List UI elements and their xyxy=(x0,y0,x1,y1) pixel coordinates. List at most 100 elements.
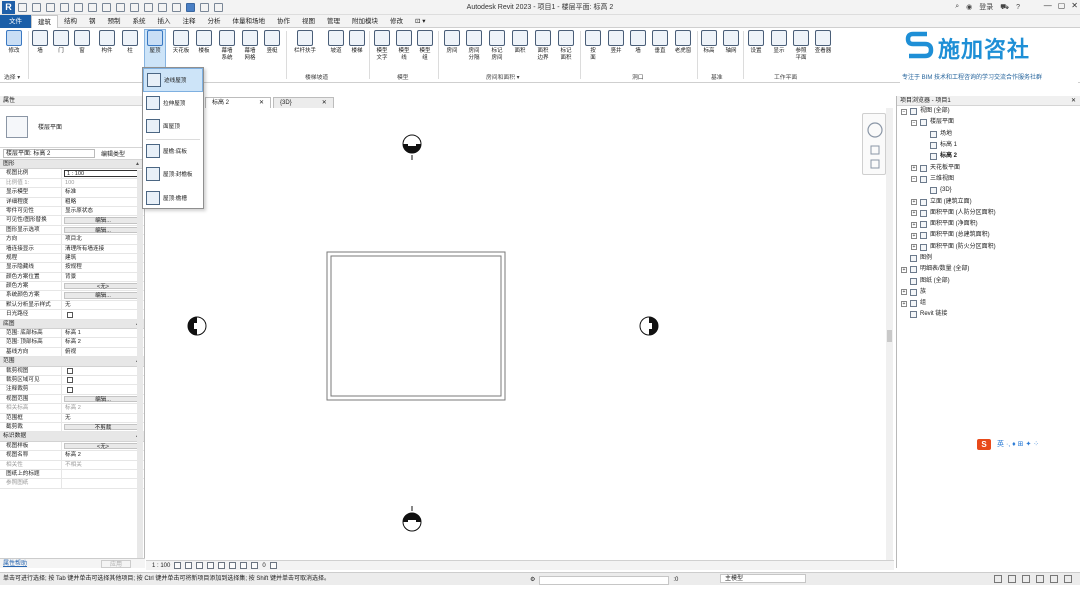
property-value[interactable]: 标高 2 xyxy=(62,451,144,459)
tree-item[interactable]: 标高 2 xyxy=(897,151,1080,162)
type-selector[interactable]: 楼层平面 xyxy=(0,106,144,148)
tag-icon[interactable] xyxy=(130,2,139,12)
wall-opening-button[interactable]: 墙 xyxy=(627,30,649,55)
tree-item[interactable]: 场地 xyxy=(897,129,1080,140)
collapse-icon[interactable]: − xyxy=(911,176,917,183)
tree-item[interactable]: + 面积平面 (防火分区面积) xyxy=(897,242,1080,253)
ramp-button[interactable]: 坡道 xyxy=(325,30,347,55)
expand-icon[interactable]: + xyxy=(911,165,917,172)
curtain-grid-button[interactable]: 幕墙 网格 xyxy=(239,30,261,62)
shadows-icon[interactable] xyxy=(207,562,215,569)
property-value[interactable]: 标准 xyxy=(62,188,144,196)
stair-button[interactable]: 楼梯 xyxy=(346,30,368,55)
property-value[interactable]: 按规程 xyxy=(62,263,144,271)
shaft-button[interactable]: 竖井 xyxy=(605,30,627,55)
lock-3d-icon[interactable] xyxy=(240,562,248,569)
property-value[interactable]: 俯视 xyxy=(62,348,144,356)
property-value[interactable]: 标高 1 xyxy=(62,329,144,337)
model-line-button[interactable]: 模型线 xyxy=(393,30,415,62)
elevation-marker-west[interactable] xyxy=(187,316,207,336)
grid-button[interactable]: 轴网 xyxy=(720,30,742,55)
print-icon[interactable] xyxy=(88,2,97,12)
tree-item[interactable]: 图纸 (全部) xyxy=(897,275,1080,286)
property-edit-button[interactable]: <无> xyxy=(64,283,142,290)
property-value[interactable]: 无 xyxy=(62,414,144,422)
filter-icon[interactable] xyxy=(1064,575,1072,583)
window-button[interactable]: 窗 xyxy=(71,30,93,55)
property-value[interactable]: 背景 xyxy=(62,273,144,281)
tab-add-ins[interactable]: 附加模块 xyxy=(346,15,384,28)
text-icon[interactable] xyxy=(144,2,153,12)
undo-icon[interactable] xyxy=(60,2,69,12)
switch-windows-icon[interactable] xyxy=(214,2,223,12)
area-boundary-button[interactable]: 面积 边界 xyxy=(532,30,554,62)
property-checkbox[interactable] xyxy=(67,368,73,375)
tab-manage[interactable]: 管理 xyxy=(321,15,346,28)
tree-item[interactable]: Revit 链接 xyxy=(897,309,1080,320)
ime-toolbar[interactable]: S 英 ·, ♦ ⊞ ✦ ⁘ xyxy=(975,437,1077,451)
help-button[interactable]: ? xyxy=(1016,4,1020,11)
tab-overflow[interactable]: ⊡ ▾ xyxy=(409,15,432,28)
edit-type-button[interactable]: 编辑类型 xyxy=(101,149,125,158)
tab-steel[interactable]: 钢 xyxy=(83,15,102,28)
tag-area-button[interactable]: 标记 面积 xyxy=(555,30,577,62)
expand-icon[interactable]: + xyxy=(901,289,907,296)
close-icon[interactable]: ✕ xyxy=(322,98,327,108)
workset-field[interactable] xyxy=(539,575,670,585)
apply-button[interactable]: 应用 xyxy=(100,560,131,568)
ime-status-text[interactable]: 英 ·, ♦ ⊞ ✦ ⁘ xyxy=(997,439,1039,449)
component-button[interactable]: 构件 xyxy=(96,30,118,55)
property-value-input[interactable]: 1 : 100 xyxy=(64,170,142,177)
tree-item[interactable]: 标高 1 xyxy=(897,140,1080,151)
expand-icon[interactable]: + xyxy=(911,210,917,217)
sun-path-icon[interactable] xyxy=(196,562,204,569)
elevation-marker-east[interactable] xyxy=(639,316,659,336)
railing-button[interactable]: 栏杆扶手 xyxy=(290,30,320,55)
model-text-button[interactable]: 模型 文字 xyxy=(371,30,393,62)
reveal-hidden-icon[interactable] xyxy=(269,562,277,569)
elevation-marker-south[interactable] xyxy=(402,506,422,532)
property-value[interactable]: 显示原状态 xyxy=(62,207,144,215)
room-separator-button[interactable]: 房间 分隔 xyxy=(463,30,485,62)
3d-view-icon[interactable] xyxy=(158,2,167,12)
property-checkbox[interactable] xyxy=(67,311,73,318)
modify-button[interactable]: 修改 xyxy=(3,30,25,55)
cart-icon[interactable]: ⛟ xyxy=(1000,3,1009,12)
tab-systems[interactable]: 系统 xyxy=(127,15,152,28)
select-pinned-icon[interactable] xyxy=(1022,575,1030,583)
tab-view[interactable]: 视图 xyxy=(296,15,321,28)
menu-item-roof-gutter[interactable]: 屋顶:檐槽 xyxy=(143,187,203,211)
property-checkbox[interactable] xyxy=(67,386,73,393)
room-button[interactable]: 房间 xyxy=(441,30,463,55)
dimension-icon[interactable] xyxy=(116,2,125,12)
tab-file[interactable]: 文件 xyxy=(0,14,31,28)
section-icon[interactable] xyxy=(172,2,181,12)
property-checkbox[interactable] xyxy=(67,377,73,384)
tree-item[interactable]: + 天花板平面 xyxy=(897,162,1080,173)
tree-item[interactable]: + 族 xyxy=(897,287,1080,298)
set-workplane-button[interactable]: 设置 xyxy=(745,30,767,55)
property-category[interactable]: 底图 xyxy=(0,319,144,329)
ceiling-button[interactable]: 天花板 xyxy=(166,30,196,55)
property-edit-button[interactable]: 编辑... xyxy=(64,292,142,299)
sogou-ime-icon[interactable]: S xyxy=(977,438,991,450)
tab-insert[interactable]: 插入 xyxy=(152,15,177,28)
property-value[interactable]: 清理所有墙连接 xyxy=(62,245,144,253)
tree-item[interactable]: {3D} xyxy=(897,185,1080,196)
expand-icon[interactable]: + xyxy=(901,266,907,273)
tree-item[interactable]: + 面积平面 (净面积) xyxy=(897,219,1080,230)
level-button[interactable]: 标高 xyxy=(698,30,720,55)
model-group-button[interactable]: 模型组 xyxy=(414,30,436,62)
roof-button[interactable]: 屋顶 xyxy=(144,29,166,69)
drawing-canvas[interactable] xyxy=(146,108,894,560)
tree-item[interactable]: + 明细表/数量 (全部) xyxy=(897,264,1080,275)
collapse-icon[interactable]: − xyxy=(901,108,907,115)
tree-item[interactable]: − 楼层平面 xyxy=(897,117,1080,128)
property-value[interactable] xyxy=(62,470,144,478)
menu-item-footprint-roof[interactable]: 迹线屋顶 xyxy=(143,68,203,92)
tree-item[interactable]: − 视图 (全部) xyxy=(897,106,1080,117)
property-category[interactable]: 范围 xyxy=(0,357,144,367)
floor-button[interactable]: 楼板 xyxy=(193,30,215,55)
dormer-button[interactable]: 老虎窗 xyxy=(668,30,698,55)
menu-item-extrusion-roof[interactable]: 拉伸屋顶 xyxy=(143,92,203,116)
